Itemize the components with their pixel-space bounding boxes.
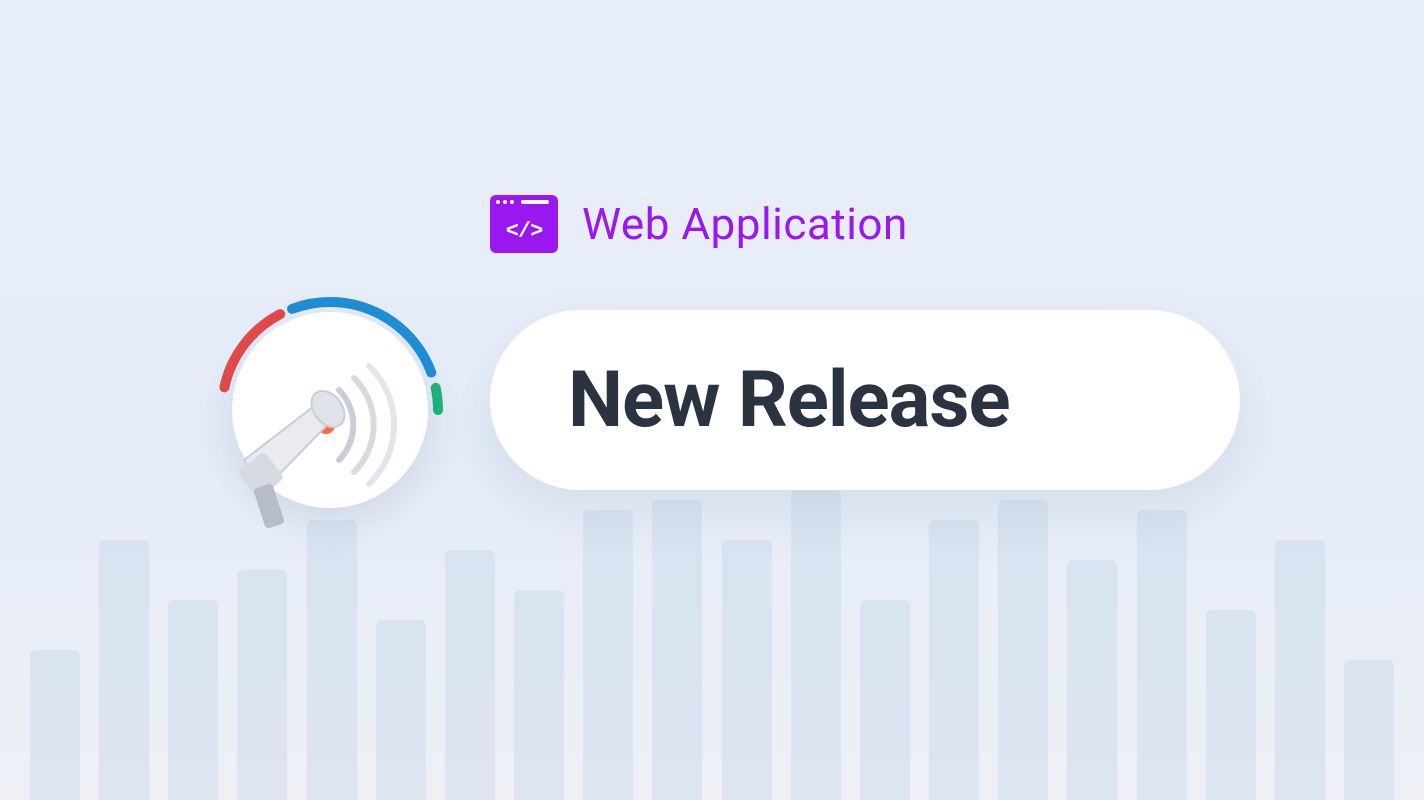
code-window-icon: </> xyxy=(490,195,558,253)
release-pill: New Release xyxy=(490,310,1240,490)
megaphone-icon xyxy=(204,330,424,530)
megaphone-badge xyxy=(210,290,450,530)
header-label: Web Application xyxy=(582,198,908,250)
header-row: </> Web Application xyxy=(490,195,908,253)
pill-title: New Release xyxy=(568,355,1010,446)
